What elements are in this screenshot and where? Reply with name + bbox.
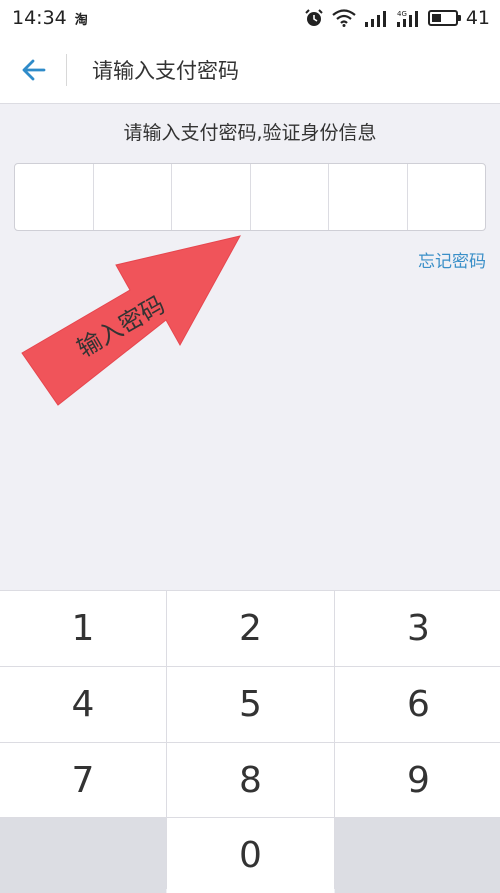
status-left: 14:34 淘: [12, 7, 88, 29]
alarm-icon: [304, 8, 324, 28]
back-button[interactable]: [0, 36, 66, 104]
key-blank-right: [335, 818, 500, 893]
battery-level: 41: [465, 7, 490, 29]
pin-cell[interactable]: [329, 164, 408, 230]
taobao-app-icon: 淘: [74, 12, 88, 28]
pin-cell[interactable]: [172, 164, 251, 230]
status-right: 4G 41: [304, 7, 490, 29]
battery-icon: [427, 10, 461, 26]
key-8[interactable]: 8: [167, 743, 334, 817]
key-4[interactable]: 4: [0, 667, 166, 742]
app-header: 请输入支付密码: [0, 36, 500, 104]
status-time: 14:34: [12, 7, 67, 29]
key-1[interactable]: 1: [0, 591, 166, 666]
key-3[interactable]: 3: [335, 591, 500, 666]
wifi-icon: [332, 9, 356, 27]
page-title: 请输入支付密码: [92, 58, 239, 83]
key-0[interactable]: 0: [167, 818, 334, 893]
key-6[interactable]: 6: [335, 667, 500, 742]
arrow-left-icon: [22, 59, 46, 80]
key-2[interactable]: 2: [167, 591, 334, 666]
status-bar: 14:34 淘 4G 41: [0, 0, 500, 36]
key-blank-left: [0, 818, 166, 893]
arrow-shape: [21, 235, 241, 406]
key-5[interactable]: 5: [167, 667, 334, 742]
signal-icon: [364, 9, 388, 27]
network-label: 4G: [397, 10, 407, 18]
pin-cell[interactable]: [94, 164, 172, 230]
pin-cell[interactable]: [408, 164, 486, 230]
annotation-label: 输入密码: [72, 291, 169, 363]
forgot-password-link[interactable]: 忘记密码: [418, 247, 486, 272]
pin-cell[interactable]: [251, 164, 329, 230]
pin-cell[interactable]: [15, 164, 94, 230]
instruction-text: 请输入支付密码,验证身份信息: [123, 122, 377, 144]
key-7[interactable]: 7: [0, 743, 166, 817]
header-divider: [66, 53, 67, 86]
signal-4g-icon: 4G: [396, 9, 420, 27]
numeric-keypad: 1 2 3 4 5 6 7 8 9 0: [0, 590, 500, 893]
key-9[interactable]: 9: [335, 743, 500, 817]
pin-input[interactable]: [14, 163, 486, 231]
battery-fill: [431, 14, 441, 22]
